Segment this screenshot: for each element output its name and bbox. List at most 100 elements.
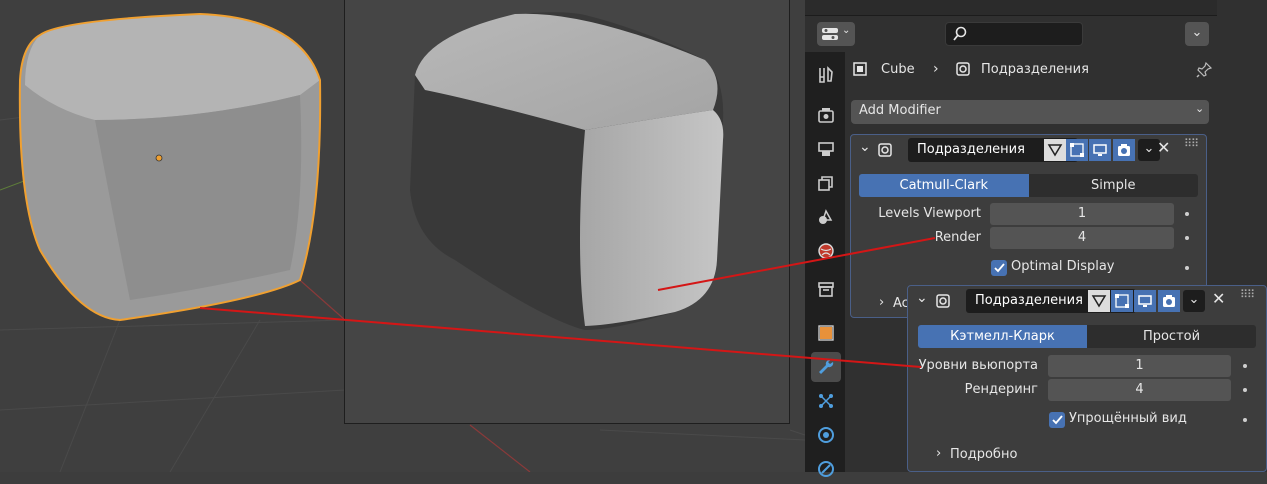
advanced-chevron-icon[interactable]: ›	[879, 295, 884, 310]
cage-icon	[1070, 143, 1084, 157]
modifier-icon	[819, 359, 834, 374]
render-levels-label: Рендеринг	[964, 382, 1038, 397]
render-levels-field[interactable]: 4	[1048, 379, 1231, 401]
breadcrumb: Cube › Подразделения	[853, 58, 1213, 82]
add-modifier-dropdown[interactable]: Add Modifier ⌄	[851, 100, 1209, 124]
rendered-cube	[410, 12, 724, 330]
levels-viewport-label: Levels Viewport	[878, 206, 981, 221]
option-simple[interactable]: Простой	[1087, 325, 1256, 348]
tab-object[interactable]	[811, 318, 841, 348]
editor-top-bar	[805, 0, 1217, 16]
keyframe-dot-icon[interactable]	[1185, 266, 1189, 270]
option-simple[interactable]: Simple	[1028, 174, 1198, 197]
edit-mode-toggle[interactable]	[1044, 139, 1066, 161]
modifier-name: Подразделения	[917, 142, 1025, 157]
checkmark-icon	[1052, 415, 1063, 425]
monitor-icon	[1138, 295, 1152, 307]
editor-type-icon	[822, 28, 838, 40]
option-catmull-clark[interactable]: Кэтмелл-Кларк	[918, 325, 1087, 348]
option-catmull-clark[interactable]: Catmull-Clark	[859, 174, 1029, 197]
chevron-down-icon: ⌄	[1143, 141, 1155, 156]
subdivision-type-selector: Catmull-Clark Simple	[859, 174, 1198, 197]
breadcrumb-separator-icon: ›	[933, 61, 939, 77]
keyframe-dot-icon[interactable]	[1185, 212, 1189, 216]
filter-dropdown-button[interactable]: ⌄	[1185, 22, 1209, 46]
modifier-panel-russian: ⌄ Подразделения ⌄ ✕ ⠿⠿ Кэтмелл-Кларк Про…	[907, 285, 1267, 472]
chevron-down-icon: ⌄	[1191, 25, 1203, 40]
object-icon	[818, 325, 834, 341]
cage-toggle[interactable]	[1066, 139, 1088, 161]
levels-viewport-field[interactable]: 1	[1048, 355, 1231, 377]
optimal-display-label: Упрощённый вид	[1069, 411, 1187, 426]
keyframe-dot-icon[interactable]	[1243, 418, 1247, 422]
tab-particles[interactable]	[811, 386, 841, 416]
render-toggle[interactable]	[1113, 139, 1135, 161]
add-modifier-label: Add Modifier	[859, 103, 941, 118]
advanced-chevron-icon[interactable]: ›	[936, 446, 941, 461]
collection-icon	[818, 282, 834, 297]
particles-icon	[819, 394, 833, 408]
subdivision-type-selector: Кэтмелл-Кларк Простой	[918, 325, 1256, 348]
tab-constraints[interactable]	[811, 454, 841, 484]
search-icon	[953, 26, 967, 41]
constraints-icon	[818, 461, 834, 477]
edit-mode-icon	[1091, 295, 1107, 308]
levels-viewport-label: Уровни вьюпорта	[918, 358, 1038, 373]
camera-icon	[1163, 295, 1175, 307]
edit-mode-toggle[interactable]	[1088, 290, 1110, 312]
collapse-chevron-icon[interactable]: ⌄	[859, 139, 871, 155]
pin-icon[interactable]	[1196, 62, 1212, 78]
optimal-display-checkbox[interactable]	[1049, 412, 1065, 428]
editor-type-button[interactable]: ⌄	[817, 22, 855, 46]
cage-toggle[interactable]	[1111, 290, 1133, 312]
tab-render[interactable]	[811, 100, 841, 130]
tab-modifiers[interactable]	[811, 352, 841, 382]
collapse-chevron-icon[interactable]: ⌄	[916, 290, 928, 306]
output-icon	[818, 142, 834, 156]
render-levels-field[interactable]: 4	[990, 227, 1174, 249]
tab-physics[interactable]	[811, 420, 841, 450]
checkmark-icon	[994, 263, 1005, 273]
levels-viewport-field[interactable]: 1	[990, 203, 1174, 225]
breadcrumb-modifier: Подразделения	[981, 62, 1089, 77]
view-layer-icon	[818, 176, 833, 191]
tab-view-layer[interactable]	[811, 168, 841, 198]
search-input[interactable]	[945, 22, 1083, 46]
properties-tabs	[805, 52, 845, 477]
keyframe-dot-icon[interactable]	[1243, 388, 1247, 392]
cage-icon	[1115, 294, 1129, 308]
edit-mode-icon	[1047, 144, 1063, 157]
drag-handle-icon[interactable]: ⠿⠿	[1240, 288, 1255, 301]
world-icon	[818, 243, 834, 259]
viewport-display-toggle[interactable]	[1089, 139, 1111, 161]
mesh-object-icon	[853, 62, 867, 76]
keyframe-dot-icon[interactable]	[1185, 236, 1189, 240]
properties-header: ⌄ ⌄	[805, 16, 1217, 52]
tab-world[interactable]	[811, 236, 841, 266]
tab-output[interactable]	[811, 134, 841, 164]
subdivision-modifier-icon	[878, 143, 892, 157]
physics-icon	[818, 427, 834, 443]
render-icon	[818, 108, 834, 123]
tool-icon	[819, 66, 833, 83]
chevron-down-icon: ⌄	[842, 25, 851, 36]
render-levels-label: Render	[934, 230, 981, 245]
render-toggle[interactable]	[1158, 290, 1180, 312]
close-icon[interactable]: ✕	[1157, 138, 1170, 157]
camera-icon	[1118, 144, 1130, 156]
advanced-subpanel-label[interactable]: Подробно	[950, 447, 1017, 462]
modifier-menu-dropdown[interactable]: ⌄	[1183, 290, 1205, 312]
modifier-name: Подразделения	[975, 293, 1083, 308]
optimal-display-label: Optimal Display	[1011, 259, 1115, 274]
drag-handle-icon[interactable]: ⠿⠿	[1184, 137, 1199, 150]
keyframe-dot-icon[interactable]	[1243, 364, 1247, 368]
optimal-display-checkbox[interactable]	[991, 260, 1007, 276]
subdivision-modifier-icon	[956, 62, 970, 76]
breadcrumb-object: Cube	[881, 62, 915, 77]
close-icon[interactable]: ✕	[1212, 289, 1225, 308]
tab-collection[interactable]	[811, 274, 841, 304]
tab-scene[interactable]	[811, 202, 841, 232]
scene-icon	[819, 209, 833, 224]
tab-tool[interactable]	[811, 60, 841, 90]
viewport-display-toggle[interactable]	[1134, 290, 1156, 312]
